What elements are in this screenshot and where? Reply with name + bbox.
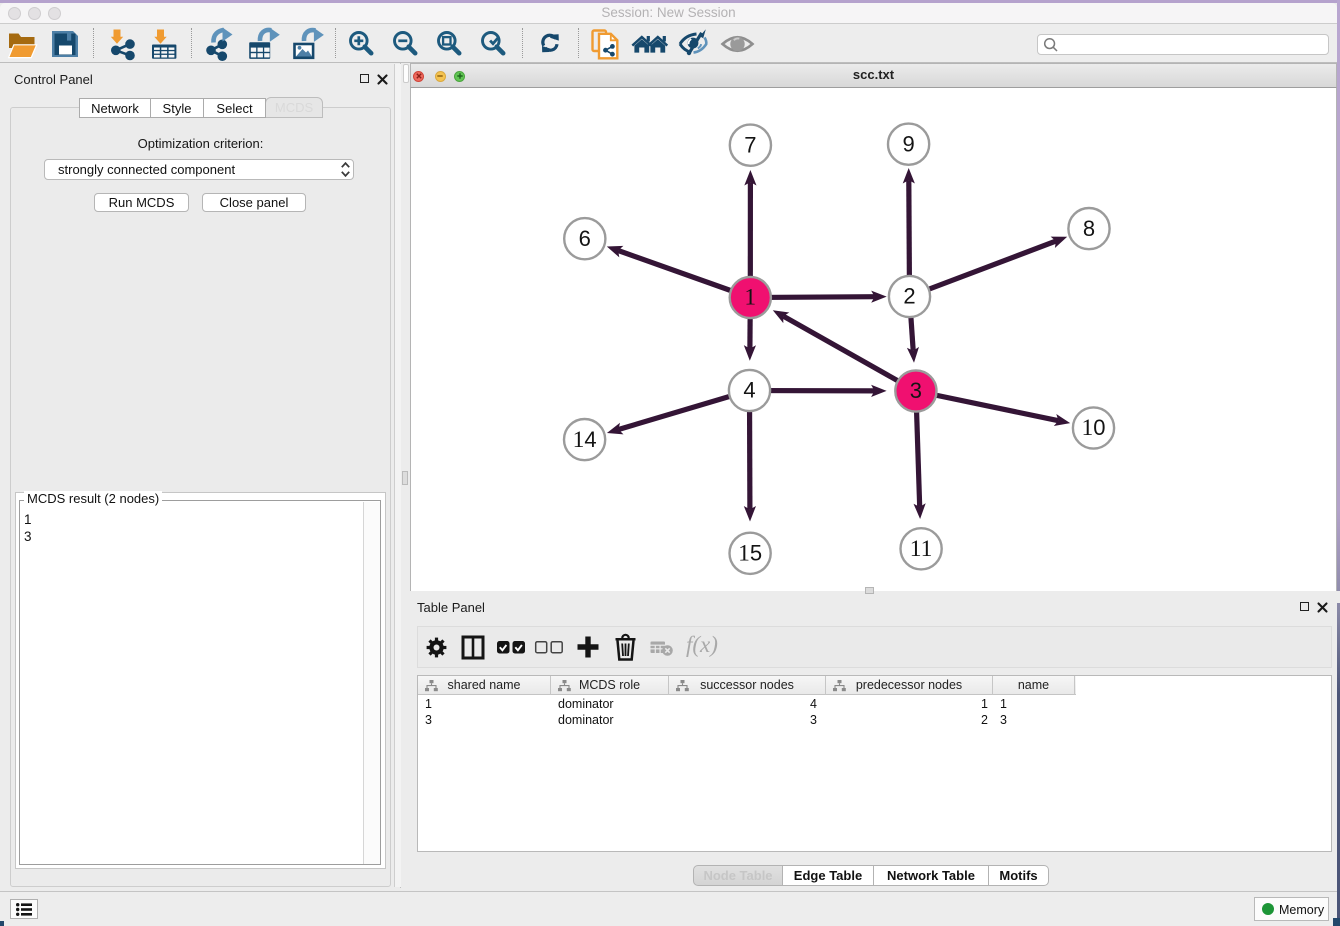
svg-text:8: 8 bbox=[1083, 216, 1095, 241]
svg-text:6: 6 bbox=[579, 226, 591, 251]
svg-text:3: 3 bbox=[910, 378, 922, 403]
svg-text:9: 9 bbox=[902, 131, 914, 156]
svg-text:7: 7 bbox=[744, 132, 756, 157]
svg-text:10: 10 bbox=[1082, 415, 1106, 441]
svg-text:2: 2 bbox=[903, 284, 915, 309]
svg-text:11: 11 bbox=[910, 536, 933, 562]
svg-text:4: 4 bbox=[743, 378, 755, 403]
svg-text:14: 14 bbox=[573, 427, 597, 453]
svg-text:1: 1 bbox=[744, 285, 756, 311]
svg-text:15: 15 bbox=[738, 541, 762, 567]
